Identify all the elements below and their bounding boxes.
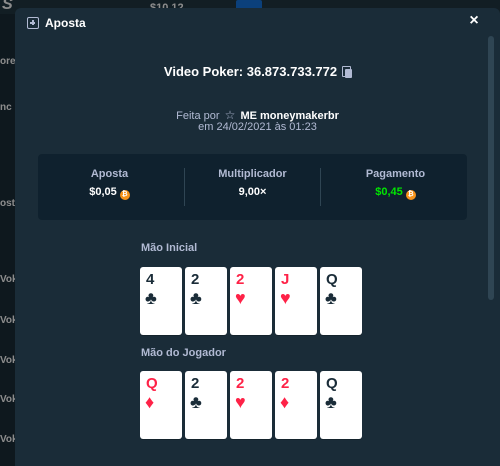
playing-card: Q ♣ [320, 371, 362, 439]
card-suit-icon: ♦ [280, 392, 290, 412]
stat-value-text: $0,45 [375, 186, 403, 198]
card-suit-icon: ♣ [325, 288, 337, 308]
playing-card: J ♥ [275, 267, 317, 335]
card-rank: 2 [191, 271, 200, 288]
bet-stats-panel: Aposta $0,05 ₿ Multiplicador 9,00× Pagame… [38, 154, 467, 220]
card-suit-icon: ♦ [145, 392, 155, 412]
made-by-line: Feita por ☆ ME moneymakerbr [15, 108, 500, 122]
card-suit-icon: ♥ [280, 288, 291, 308]
game-title: Video Poker: 36.873.733.772 [15, 64, 500, 79]
playing-card: 2 ♥ [230, 371, 272, 439]
divider [320, 168, 321, 206]
copy-icon[interactable] [342, 66, 353, 78]
initial-hand-label: Mão Inicial [141, 242, 198, 254]
stat-label: Pagamento [365, 168, 426, 180]
card-rank: Q [326, 375, 338, 392]
stat-label: Multiplicador [218, 168, 287, 180]
bet-slip-icon [27, 17, 39, 29]
card-rank: J [281, 271, 290, 288]
card-rank: Q [326, 271, 338, 288]
playing-card: 2 ♣ [185, 267, 227, 335]
bitcoin-icon: ₿ [119, 190, 130, 200]
bet-date: em 24/02/2021 às 01:23 [198, 121, 317, 133]
card-suit-icon: ♣ [145, 288, 157, 308]
card-suit-icon: ♥ [235, 288, 246, 308]
modal-scrollbar[interactable] [488, 36, 494, 300]
playing-card: 2 ♥ [230, 267, 272, 335]
stat-label: Aposta [90, 168, 129, 180]
game-title-text: Video Poker: 36.873.733.772 [163, 64, 338, 79]
stat-value-text: 9,00× [238, 186, 267, 198]
card-suit-icon: ♣ [190, 392, 202, 412]
stat-value: $0,45 ₿ [324, 186, 467, 200]
bet-modal: Aposta × Video Poker: 36.873.733.772 Fei… [15, 8, 500, 466]
stat-value: $0,05 ₿ [38, 186, 181, 200]
stat-value-text: $0,05 [89, 186, 117, 198]
modal-title: Aposta [45, 16, 86, 30]
card-rank: 2 [236, 375, 245, 392]
stat-bet: Aposta $0,05 ₿ [38, 168, 181, 200]
card-rank: 4 [146, 271, 155, 288]
bitcoin-icon: ₿ [405, 190, 416, 200]
close-button[interactable]: × [465, 12, 483, 32]
card-suit-icon: ♣ [325, 392, 337, 412]
stat-multiplier: Multiplicador 9,00× [181, 168, 324, 198]
card-rank: 2 [191, 375, 200, 392]
card-rank: Q [146, 375, 158, 392]
modal-header: Aposta × [15, 8, 500, 40]
stat-value: 9,00× [181, 186, 324, 198]
playing-card: Q ♣ [320, 267, 362, 335]
rank-star-icon: ☆ [224, 108, 236, 122]
stat-payout: Pagamento $0,45 ₿ [324, 168, 467, 200]
card-suit-icon: ♥ [235, 392, 246, 412]
card-rank: 2 [236, 271, 245, 288]
playing-card: 2 ♣ [185, 371, 227, 439]
player-hand-label: Mão do Jogador [141, 347, 226, 359]
playing-card: 2 ♦ [275, 371, 317, 439]
playing-card: Q ♦ [140, 371, 182, 439]
playing-card: 4 ♣ [140, 267, 182, 335]
card-rank: 2 [281, 375, 290, 392]
card-suit-icon: ♣ [190, 288, 202, 308]
